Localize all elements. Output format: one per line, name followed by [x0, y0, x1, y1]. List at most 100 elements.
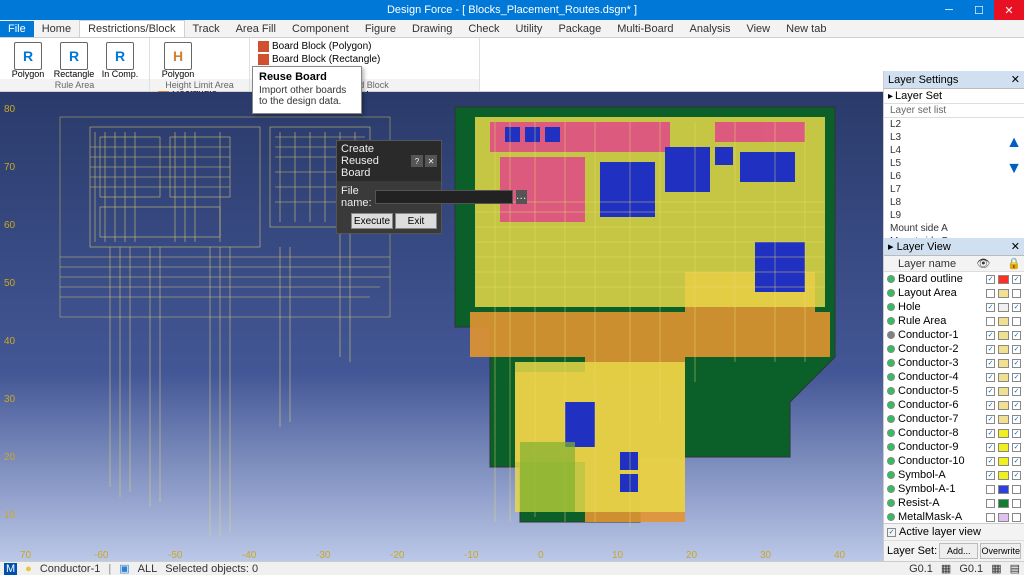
- visibility-checkbox[interactable]: ✓: [986, 443, 995, 452]
- layer-row[interactable]: Symbol-A-1: [884, 482, 1024, 496]
- color-swatch[interactable]: [998, 331, 1009, 340]
- board-block-board-block-polygon-[interactable]: Board Block (Polygon): [256, 40, 382, 53]
- move-up-icon[interactable]: ▲: [1006, 134, 1022, 152]
- color-swatch[interactable]: [998, 513, 1009, 522]
- tab-home[interactable]: Home: [34, 21, 79, 37]
- tab-utility[interactable]: Utility: [508, 21, 551, 37]
- layer-view-list[interactable]: Board outline✓✓Layout AreaHole✓✓Rule Are…: [884, 272, 1024, 523]
- layer-row[interactable]: Hole✓✓: [884, 300, 1024, 314]
- exit-button[interactable]: Exit: [395, 213, 437, 229]
- color-swatch[interactable]: [998, 485, 1009, 494]
- tab-area-fill[interactable]: Area Fill: [228, 21, 284, 37]
- layer-set-list[interactable]: Layer set list L2L3L4L5L6L7L8L9Mount sid…: [884, 104, 1024, 238]
- tab-drawing[interactable]: Drawing: [404, 21, 460, 37]
- minimize-button[interactable]: ─: [934, 0, 964, 20]
- visibility-checkbox[interactable]: ✓: [986, 359, 995, 368]
- layer-row[interactable]: Board outline✓✓: [884, 272, 1024, 286]
- overwrite-button[interactable]: Overwrite: [980, 543, 1021, 559]
- active-layer-toggle[interactable]: ✓Active layer view: [884, 523, 1024, 540]
- layer-set-item[interactable]: L3: [884, 131, 1024, 144]
- layer-row[interactable]: Conductor-6✓✓: [884, 398, 1024, 412]
- layer-set-item[interactable]: L4: [884, 144, 1024, 157]
- lock-checkbox[interactable]: ✓: [1012, 387, 1021, 396]
- layer-set-item[interactable]: L7: [884, 183, 1024, 196]
- visibility-checkbox[interactable]: ✓: [986, 401, 995, 410]
- color-swatch[interactable]: [998, 401, 1009, 410]
- color-swatch[interactable]: [998, 429, 1009, 438]
- tab-figure[interactable]: Figure: [357, 21, 404, 37]
- layer-row[interactable]: Conductor-9✓✓: [884, 440, 1024, 454]
- visibility-checkbox[interactable]: ✓: [986, 387, 995, 396]
- lock-checkbox[interactable]: ✓: [1012, 471, 1021, 480]
- dialog-close-button[interactable]: ✕: [425, 155, 437, 167]
- color-swatch[interactable]: [998, 275, 1009, 284]
- tab-component[interactable]: Component: [284, 21, 357, 37]
- tab-multi-board[interactable]: Multi-Board: [609, 21, 681, 37]
- lock-checkbox[interactable]: [1012, 513, 1021, 522]
- lock-checkbox[interactable]: ✓: [1012, 345, 1021, 354]
- visibility-checkbox[interactable]: ✓: [986, 373, 995, 382]
- close-button[interactable]: ✕: [994, 0, 1024, 20]
- layer-set-item[interactable]: Mount side B: [884, 235, 1024, 238]
- panel-close-icon[interactable]: ✕: [1011, 240, 1020, 253]
- board-block-board-block-rectangle-[interactable]: Board Block (Rectangle): [256, 53, 382, 66]
- lock-checkbox[interactable]: ✓: [1012, 373, 1021, 382]
- execute-button[interactable]: Execute: [351, 213, 393, 229]
- lock-checkbox[interactable]: ✓: [1012, 303, 1021, 312]
- layer-set-item[interactable]: L9: [884, 209, 1024, 222]
- tab-analysis[interactable]: Analysis: [682, 21, 739, 37]
- visibility-checkbox[interactable]: ✓: [986, 345, 995, 354]
- lock-checkbox[interactable]: ✓: [1012, 443, 1021, 452]
- color-swatch[interactable]: [998, 499, 1009, 508]
- tab-restrictions-block[interactable]: Restrictions/Block: [79, 20, 184, 37]
- lock-checkbox[interactable]: ✓: [1012, 359, 1021, 368]
- file-name-input[interactable]: [375, 190, 513, 204]
- visibility-checkbox[interactable]: ✓: [986, 471, 995, 480]
- layer-row[interactable]: Symbol-A✓✓: [884, 468, 1024, 482]
- tab-package[interactable]: Package: [550, 21, 609, 37]
- dialog-help-button[interactable]: ?: [411, 155, 423, 167]
- lock-checkbox[interactable]: ✓: [1012, 401, 1021, 410]
- layer-set-item[interactable]: L6: [884, 170, 1024, 183]
- layer-row[interactable]: Conductor-10✓✓: [884, 454, 1024, 468]
- color-swatch[interactable]: [998, 303, 1009, 312]
- layer-row[interactable]: Conductor-5✓✓: [884, 384, 1024, 398]
- lock-checkbox[interactable]: [1012, 289, 1021, 298]
- visibility-checkbox[interactable]: [986, 317, 995, 326]
- color-swatch[interactable]: [998, 443, 1009, 452]
- lock-checkbox[interactable]: [1012, 317, 1021, 326]
- layer-row[interactable]: Conductor-8✓✓: [884, 426, 1024, 440]
- layer-set-item[interactable]: L5: [884, 157, 1024, 170]
- layer-row[interactable]: Conductor-3✓✓: [884, 356, 1024, 370]
- color-swatch[interactable]: [998, 289, 1009, 298]
- color-swatch[interactable]: [998, 415, 1009, 424]
- lock-checkbox[interactable]: ✓: [1012, 331, 1021, 340]
- visibility-checkbox[interactable]: [986, 485, 995, 494]
- color-swatch[interactable]: [998, 345, 1009, 354]
- color-swatch[interactable]: [998, 457, 1009, 466]
- lock-checkbox[interactable]: [1012, 485, 1021, 494]
- status-menu-icon[interactable]: ▤: [1010, 562, 1020, 575]
- layer-row[interactable]: Conductor-4✓✓: [884, 370, 1024, 384]
- browse-button[interactable]: …: [516, 190, 527, 204]
- layer-set-item[interactable]: L8: [884, 196, 1024, 209]
- layer-row[interactable]: Rule Area: [884, 314, 1024, 328]
- visibility-checkbox[interactable]: ✓: [986, 303, 995, 312]
- layer-row[interactable]: Conductor-7✓✓: [884, 412, 1024, 426]
- layer-set-item[interactable]: Mount side A: [884, 222, 1024, 235]
- layer-row[interactable]: MetalMask-A: [884, 510, 1024, 523]
- visibility-checkbox[interactable]: ✓: [986, 457, 995, 466]
- visibility-checkbox[interactable]: [986, 289, 995, 298]
- layer-row[interactable]: Layout Area: [884, 286, 1024, 300]
- height-limit-polygon[interactable]: HPolygon: [156, 40, 200, 81]
- layer-row[interactable]: Conductor-2✓✓: [884, 342, 1024, 356]
- visibility-checkbox[interactable]: [986, 513, 995, 522]
- visibility-checkbox[interactable]: [986, 499, 995, 508]
- lock-checkbox[interactable]: ✓: [1012, 415, 1021, 424]
- lock-checkbox[interactable]: ✓: [1012, 457, 1021, 466]
- color-swatch[interactable]: [998, 373, 1009, 382]
- color-swatch[interactable]: [998, 387, 1009, 396]
- tab-view[interactable]: View: [738, 21, 778, 37]
- color-swatch[interactable]: [998, 471, 1009, 480]
- lock-checkbox[interactable]: ✓: [1012, 275, 1021, 284]
